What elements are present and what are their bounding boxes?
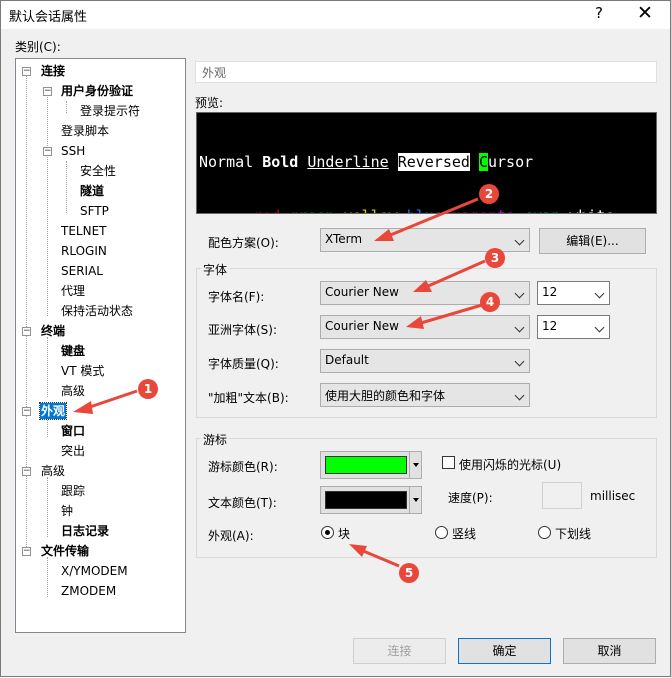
annotation-marker-1: 1	[138, 379, 158, 399]
annotation-arrow-1	[86, 389, 138, 410]
annotation-arrowhead-4	[406, 316, 424, 329]
dialog-window: 默认会话属性 ? ✕ 类别(C): − 连接 − 用户身份验证 登录提示符 登录…	[0, 0, 671, 677]
annotation-arrow-5	[360, 548, 400, 568]
annotation-arrows	[73, 197, 486, 568]
annotation-marker-3: 3	[485, 248, 505, 268]
annotation-marker-2: 2	[479, 184, 499, 204]
annotation-arrowhead-1	[73, 401, 93, 414]
annotation-arrow-2	[387, 197, 479, 238]
annotation-arrowhead-5	[349, 544, 367, 557]
annotation-arrow-4	[420, 303, 483, 325]
annotation-arrow-3	[425, 259, 486, 289]
annotation-arrowhead-2	[374, 229, 394, 241]
annotation-marker-4: 4	[480, 292, 500, 312]
annotation-marker-5: 5	[399, 563, 419, 583]
